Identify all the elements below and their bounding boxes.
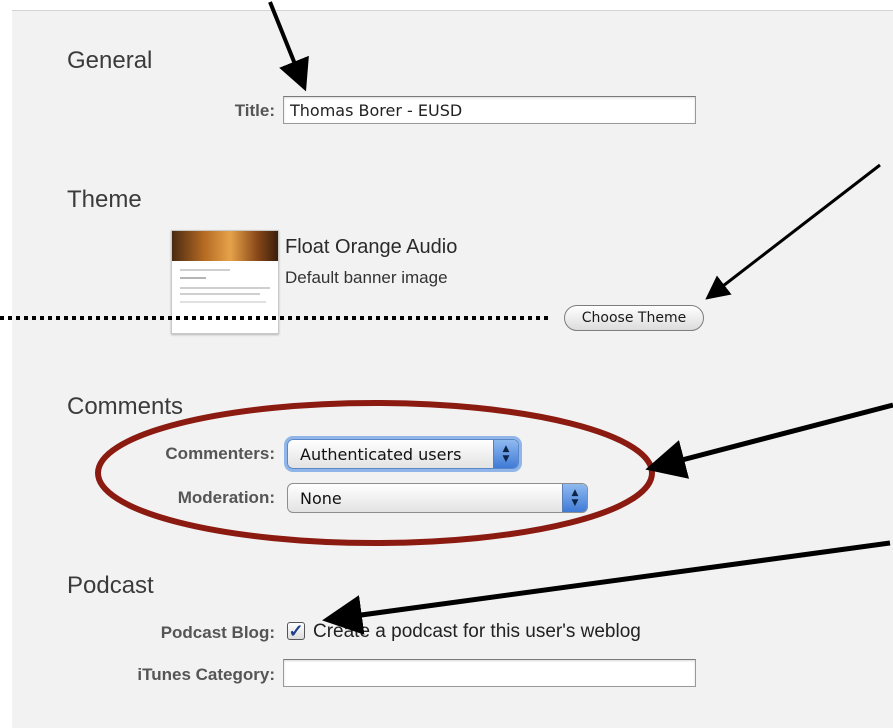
- arrow-to-comments-ellipse: [645, 402, 893, 479]
- annotation-overlay: [0, 1, 893, 635]
- comments-highlight-ellipse: [95, 400, 655, 546]
- arrow-to-podcast-checkbox: [322, 540, 891, 635]
- arrow-to-choose-theme: [705, 163, 881, 300]
- arrow-to-title-field: [268, 1, 309, 92]
